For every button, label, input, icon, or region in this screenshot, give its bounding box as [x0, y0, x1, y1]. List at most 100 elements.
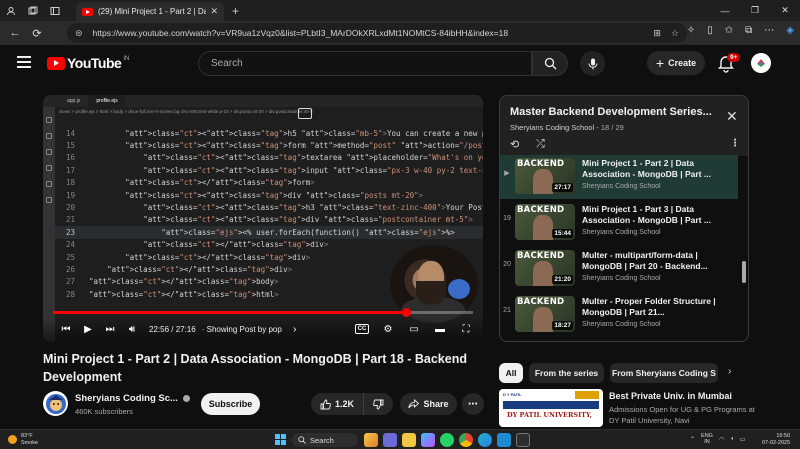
speaker-icon[interactable]: ◖: [730, 436, 734, 442]
taskbar-chrome-icon[interactable]: [459, 433, 473, 447]
video-player[interactable]: app.js profile.ejs views > profile.ejs >…: [43, 95, 483, 342]
taskbar-widgets-icon[interactable]: [364, 433, 378, 447]
taskbar-explorer-icon[interactable]: [402, 433, 416, 447]
youtube-header: YouTube IN Search + Create 9+: [0, 45, 800, 83]
taskbar-meet-icon[interactable]: [383, 433, 397, 447]
playlist-more-icon[interactable]: ⋮: [730, 138, 740, 149]
extensions-icon[interactable]: ✧: [687, 25, 695, 36]
new-tab-icon[interactable]: +: [232, 4, 239, 18]
favorite-star-icon[interactable]: ☆: [671, 28, 679, 39]
playlist-item[interactable]: BACKENDProject Announcement |: [500, 339, 738, 341]
taskbar-vscode-icon[interactable]: [497, 433, 511, 447]
playlist-thumbnail[interactable]: BACKEND 15:44: [515, 204, 575, 240]
time-display: 22:56 / 27:16: [149, 325, 196, 334]
taskbar-copilot-icon[interactable]: [421, 433, 435, 447]
wifi-icon[interactable]: ◠: [719, 436, 724, 443]
next-video-icon[interactable]: ⏭: [99, 320, 121, 340]
code-text: "att">class="ct"></"att">class="tag">for…: [125, 178, 315, 188]
chip-from-channel[interactable]: From Sheryians Coding S: [610, 363, 718, 383]
play-icon[interactable]: ▶: [77, 320, 99, 340]
chip-all[interactable]: All: [499, 363, 523, 383]
copilot-icon[interactable]: ◈: [786, 25, 794, 36]
ad-title[interactable]: Best Private Univ. in Mumbai: [609, 391, 732, 401]
close-tab-icon[interactable]: ✕: [210, 6, 218, 17]
search-input[interactable]: Search: [198, 51, 532, 76]
playlist-thumbnail[interactable]: BACKEND 18:27: [515, 296, 575, 332]
subtitles-cc-icon[interactable]: CC: [351, 319, 373, 339]
minimize-icon[interactable]: —: [710, 0, 740, 21]
thumbs-down-icon: [373, 399, 384, 409]
favorites-icon[interactable]: ✩: [725, 25, 733, 36]
url-field[interactable]: ⊜ https://www.youtube.com/watch?v=VR9ua1…: [67, 23, 687, 43]
ad-thumbnail[interactable]: D Y PATIL DY PATIL UNIVERSITY,: [499, 389, 603, 427]
code-text: "att">class="ct"><"att">class="tag">form…: [125, 141, 483, 151]
playlist-item-channel: Sheryians Coding School: [582, 275, 661, 282]
video-progress-bar[interactable]: [53, 308, 473, 317]
playlist-item-channel: Sheryians Coding School: [582, 321, 661, 328]
windows-start-icon[interactable]: [275, 434, 286, 445]
line-number: 19: [65, 190, 75, 200]
more-actions-icon[interactable]: ⋯: [462, 393, 484, 415]
playlist-item[interactable]: 19 BACKEND 15:44 Mini Project 1 - Part 3 | …: [500, 201, 738, 245]
playlist-item[interactable]: 20 BACKEND 21:20 Multer - multipart/form-da…: [500, 247, 738, 291]
refresh-icon[interactable]: ⟳: [26, 21, 48, 45]
playlist-item[interactable]: ▶ BACKEND 27:17 Mini Project 1 - Part 2 | D…: [500, 155, 738, 199]
playlist-title[interactable]: Master Backend Development Series...: [510, 106, 715, 118]
close-playlist-icon[interactable]: ✕: [726, 108, 738, 125]
playlist-scrollbar[interactable]: [742, 261, 746, 283]
profile-icon[interactable]: [0, 0, 22, 21]
fullscreen-icon[interactable]: ⛶: [455, 319, 477, 339]
shuffle-icon[interactable]: ⤮: [536, 138, 545, 151]
dislike-button[interactable]: [364, 393, 393, 415]
playlist-item[interactable]: 21 BACKEND 18:27 Multer - Proper Folder Str…: [500, 293, 738, 337]
create-button[interactable]: + Create: [647, 51, 705, 75]
maximize-icon[interactable]: ❐: [740, 0, 770, 21]
theater-mode-icon[interactable]: ▬: [429, 319, 451, 339]
channel-name[interactable]: Sheryians Coding Sc...: [75, 393, 190, 404]
taskbar-clock[interactable]: 19:50 07-02-2025: [762, 433, 790, 447]
more-menu-icon[interactable]: ⋯: [764, 25, 774, 36]
chapter-title[interactable]: · Showing Post by pop: [202, 325, 290, 334]
progress-scrubber-handle[interactable]: [401, 308, 411, 317]
subscribe-button[interactable]: Subscribe: [201, 393, 260, 415]
share-button[interactable]: Share: [400, 393, 457, 415]
language-indicator[interactable]: ENG IN: [701, 433, 713, 445]
account-avatar[interactable]: [751, 53, 771, 73]
chips-chevron-right-icon[interactable]: ›: [728, 366, 731, 377]
search-button[interactable]: [532, 51, 568, 76]
playlist-thumbnail[interactable]: BACKEND 27:17: [515, 158, 575, 194]
vertical-tabs-icon[interactable]: [44, 0, 66, 21]
taskbar-terminal-icon[interactable]: [516, 433, 530, 447]
app-available-icon[interactable]: ⊞: [653, 28, 661, 39]
close-window-icon[interactable]: ✕: [770, 0, 800, 21]
settings-gear-icon[interactable]: ⚙: [377, 319, 399, 339]
taskbar-whatsapp-icon[interactable]: [440, 433, 454, 447]
youtube-logo[interactable]: YouTube IN: [47, 55, 129, 71]
playlist-item-channel: Sheryians Coding School: [582, 229, 661, 236]
like-button[interactable]: 1.2K: [311, 393, 364, 415]
volume-icon[interactable]: 🔊︎: [121, 320, 143, 340]
site-info-icon[interactable]: ⊜: [75, 28, 83, 39]
chapter-chevron-right-icon[interactable]: ›: [290, 320, 300, 340]
video-title: Mini Project 1 - Part 2 | Data Associati…: [43, 352, 467, 384]
taskbar-search[interactable]: Search: [292, 433, 358, 447]
battery-icon[interactable]: ▭: [740, 436, 746, 443]
taskbar-edge-icon[interactable]: [478, 433, 492, 447]
weather-widget[interactable]: 83°F Smoke: [8, 433, 38, 446]
split-screen-icon[interactable]: ▯: [707, 25, 713, 36]
browser-tab-active[interactable]: (29) Mini Project 1 - Part 2 | Data ✕: [76, 2, 224, 21]
voice-search-button[interactable]: [580, 51, 605, 76]
url-text: https://www.youtube.com/watch?v=VR9ua1zV…: [92, 28, 509, 38]
tray-chevron-up-icon[interactable]: ⌃: [690, 436, 695, 443]
chip-from-series[interactable]: From the series: [529, 363, 604, 383]
back-arrow-icon[interactable]: ←: [4, 21, 26, 45]
playlist-channel[interactable]: Sheryians Coding School: [510, 123, 594, 132]
collections-icon[interactable]: ⧉: [745, 25, 752, 36]
previous-video-icon[interactable]: ⏮: [55, 320, 77, 340]
playlist-thumbnail[interactable]: BACKEND 21:20: [515, 250, 575, 286]
miniplayer-icon[interactable]: ▭: [403, 319, 425, 339]
menu-hamburger-icon[interactable]: [17, 56, 31, 68]
loop-playlist-icon[interactable]: ⟲: [510, 138, 519, 151]
channel-avatar[interactable]: [43, 391, 68, 416]
workspaces-icon[interactable]: [22, 0, 44, 21]
